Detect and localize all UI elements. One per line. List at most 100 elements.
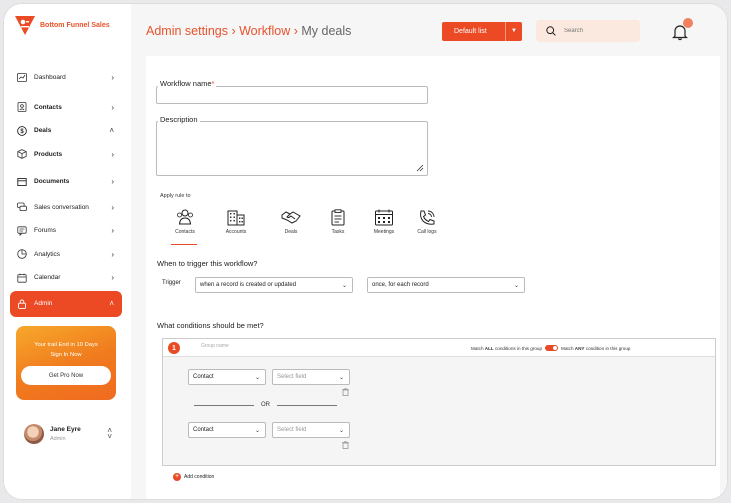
add-condition-button[interactable]: + Add condition <box>173 473 214 481</box>
condition-group-header: 1 Group name Match ALL conditions in thi… <box>163 339 715 357</box>
search-input[interactable] <box>564 28 634 34</box>
default-list-dropdown[interactable]: Default list ▼ <box>442 22 522 41</box>
entity-label: Contacts <box>175 229 195 235</box>
sidebar-item-sales-conversation[interactable]: Sales conversation › <box>10 196 122 220</box>
sidebar-item-label: Forums <box>34 227 57 235</box>
entity-accounts[interactable]: Accounts <box>214 209 258 243</box>
sidebar-item-label: Analytics <box>34 250 61 258</box>
sidebar-item-calendar[interactable]: Calendar › <box>10 266 122 290</box>
entity-label: Call logs <box>417 229 437 235</box>
breadcrumb-separator: › <box>227 24 240 38</box>
condition-object-select[interactable]: Contact ⌄ <box>188 369 266 385</box>
entity-label: Accounts <box>225 229 247 235</box>
breadcrumb-current: My deals <box>301 24 352 38</box>
chat-icon <box>16 202 27 213</box>
group-name-input[interactable]: Group name <box>201 343 229 349</box>
brand-logo[interactable]: Bottom Funnel Sales <box>14 14 110 36</box>
chart-icon <box>16 72 27 83</box>
chevron-right-icon: › <box>111 226 114 236</box>
brand-name: Bottom Funnel Sales <box>40 21 110 29</box>
avatar <box>24 424 44 444</box>
sidebar-item-label: Admin <box>34 300 53 307</box>
box-icon <box>16 149 27 160</box>
condition-field-select[interactable]: Select field ⌄ <box>272 422 350 438</box>
forum-icon <box>16 225 27 236</box>
condition-field-placeholder: Select field <box>277 427 307 433</box>
trial-message: Your trail End in 10 Days Sign In Now <box>34 342 98 358</box>
chevron-down-icon: ⌄ <box>338 375 344 381</box>
plus-icon: + <box>173 473 181 481</box>
match-mode-toggle[interactable] <box>545 345 558 351</box>
app-window: Bottom Funnel Sales Dashboard › Contacts… <box>4 4 727 499</box>
trial-banner: Your trail End in 10 Days Sign In Now Ge… <box>16 326 116 400</box>
logo-icon <box>15 16 35 35</box>
search-box <box>536 20 640 42</box>
entity-label: Meetings <box>373 229 395 235</box>
sidebar-item-forums[interactable]: Forums › <box>10 219 122 243</box>
sidebar-item-contacts[interactable]: Contacts › <box>10 96 122 120</box>
trigger-section-title: When to trigger this workflow? <box>157 259 258 268</box>
condition-object-value: Contact <box>193 374 214 380</box>
condition-object-value: Contact <box>193 427 214 433</box>
svg-text:$: $ <box>20 129 24 135</box>
sidebar-item-deals[interactable]: $ Deals ˄ <box>10 119 122 143</box>
user-name: Jane Eyre <box>50 426 81 433</box>
match-any-label: Match ANY condition in this group <box>561 345 631 351</box>
calendar-grid-icon <box>375 209 393 226</box>
sidebar-item-admin[interactable]: Admin ˄ <box>10 290 122 317</box>
notification-badge <box>683 18 693 28</box>
sidebar-item-dashboard[interactable]: Dashboard › <box>10 66 122 90</box>
entity-contacts[interactable]: Contacts <box>163 209 207 245</box>
entity-meetings[interactable]: Meetings <box>362 209 406 243</box>
frequency-select-value: once, for each record <box>372 282 429 288</box>
contacts-group-icon <box>177 209 193 225</box>
breadcrumb-workflow[interactable]: Workflow <box>239 24 290 38</box>
divider <box>505 22 506 41</box>
header: Admin settings › Workflow › My deals Def… <box>131 4 727 58</box>
calendar-icon <box>16 272 27 283</box>
search-icon <box>546 26 556 36</box>
selected-underline <box>171 244 197 245</box>
user-profile[interactable]: Jane Eyre Admin ˄ ˅ <box>24 422 112 446</box>
trash-icon[interactable] <box>342 441 349 449</box>
clipboard-icon <box>331 209 345 226</box>
chevron-updown-icon[interactable]: ˄ ˅ <box>107 427 112 441</box>
frequency-select[interactable]: once, for each record ⌄ <box>367 277 525 293</box>
resize-handle-icon[interactable] <box>416 164 424 172</box>
chevron-up-icon: ˄ <box>109 126 114 136</box>
condition-field-select[interactable]: Select field ⌄ <box>272 369 350 385</box>
condition-object-select[interactable]: Contact ⌄ <box>188 422 266 438</box>
entity-call-logs[interactable]: Call logs <box>405 209 449 243</box>
contacts-icon <box>16 102 27 113</box>
get-pro-button[interactable]: Get Pro Now <box>21 366 111 385</box>
chevron-down-icon: ⌄ <box>341 283 347 289</box>
sidebar-item-label: Calendar <box>34 274 61 282</box>
sidebar-item-products[interactable]: Products › <box>10 143 122 167</box>
chevron-right-icon: › <box>111 177 114 187</box>
breadcrumb-separator: › <box>290 24 302 38</box>
sidebar-item-label: Documents <box>34 178 70 186</box>
add-condition-label: Add condition <box>184 474 215 480</box>
sidebar-item-analytics[interactable]: Analytics › <box>10 243 122 267</box>
chevron-right-icon: › <box>111 202 114 212</box>
sidebar-item-documents[interactable]: Documents › <box>10 170 122 194</box>
or-divider-right <box>277 405 337 406</box>
trash-icon[interactable] <box>342 388 349 396</box>
entity-deals[interactable]: Deals <box>269 209 313 243</box>
chevron-right-icon: › <box>111 149 114 159</box>
description-field[interactable] <box>156 121 428 176</box>
condition-group: 1 Group name Match ALL conditions in thi… <box>162 338 716 466</box>
workflow-name-label: Workflow name* <box>158 79 217 88</box>
main-content: Admin settings › Workflow › My deals Def… <box>131 4 727 499</box>
or-label: OR <box>261 402 270 408</box>
entity-label: Deals <box>284 229 298 235</box>
trigger-select-value: when a record is created or updated <box>200 282 297 288</box>
breadcrumb-admin-settings[interactable]: Admin settings <box>146 24 228 38</box>
sidebar-item-label: Dashboard <box>34 74 66 82</box>
trigger-select[interactable]: when a record is created or updated ⌄ <box>195 277 353 293</box>
lock-icon <box>16 298 27 309</box>
entity-tasks[interactable]: Tasks <box>316 209 360 243</box>
chevron-down-icon: ⌄ <box>254 375 260 381</box>
workflow-name-field[interactable] <box>156 86 428 104</box>
sidebar-item-label: Contacts <box>34 103 62 111</box>
